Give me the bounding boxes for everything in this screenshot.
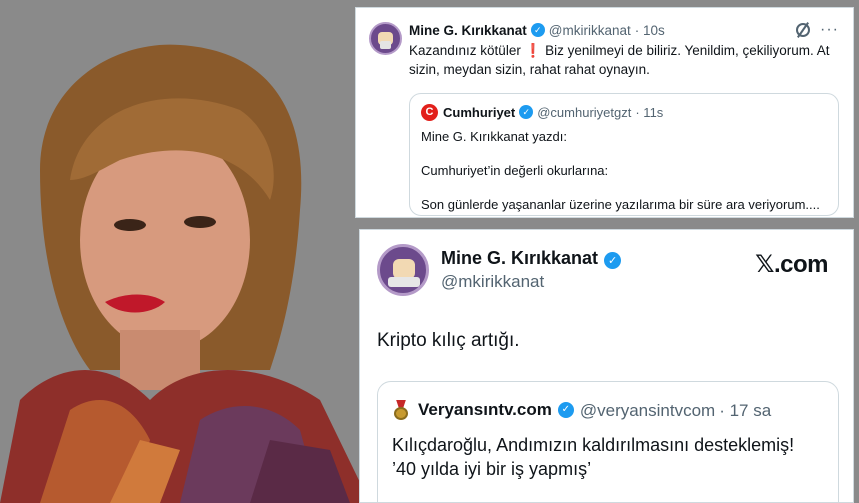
tweet-text: Kripto kılıç artığı. bbox=[377, 330, 520, 351]
quoted-tweet-text: Mine G. Kırıkkanat yazdı: Cumhuriyet’in … bbox=[421, 129, 820, 212]
more-options-icon[interactable]: ··· bbox=[820, 21, 839, 39]
tweet-text: Kazandınız kötüler ❗ Biz yenilmeyi de bi… bbox=[409, 43, 830, 77]
grok-icon[interactable] bbox=[796, 23, 811, 37]
quoted-tweet[interactable]: C Cumhuriyet ✓ @cumhuriyetgzt · 11s Mine… bbox=[409, 93, 839, 216]
avatar[interactable] bbox=[369, 22, 402, 55]
quoted-tweet-time: · 11s bbox=[635, 104, 664, 120]
verified-badge-icon: ✓ bbox=[604, 252, 622, 269]
author-name[interactable]: Mine G. Kırıkkanat bbox=[441, 248, 598, 268]
verified-badge-icon: ✓ bbox=[519, 105, 534, 119]
quoted-tweet-text: Kılıçdaroğlu, Andımızın kaldırılmasını d… bbox=[392, 435, 795, 479]
tweet-card-2[interactable]: Mine G. Kırıkkanat ✓ @mkirikkanat 𝕏.com K… bbox=[359, 229, 854, 503]
verified-badge-icon: ✓ bbox=[557, 401, 574, 418]
cumhuriyet-logo-icon: C bbox=[421, 103, 438, 121]
verified-badge-icon: ✓ bbox=[530, 23, 545, 37]
portrait-photo bbox=[0, 40, 370, 503]
avatar[interactable] bbox=[377, 244, 429, 296]
quoted-tweet[interactable]: Veryansıntv.com ✓ @veryansintvcom · 17 s… bbox=[377, 381, 839, 502]
tweet-header: Mine G. Kırıkkanat ✓ @mkirikkanat bbox=[441, 248, 625, 292]
exclamation-icon: ❗ bbox=[524, 43, 542, 58]
quoted-author-name: Cumhuriyet bbox=[443, 104, 516, 120]
quoted-author-handle: @cumhuriyetgzt bbox=[537, 104, 632, 120]
x-logo-icon: 𝕏.com bbox=[755, 251, 828, 278]
author-name[interactable]: Mine G. Kırıkkanat bbox=[409, 23, 527, 38]
tweet-time[interactable]: · 10s bbox=[635, 23, 665, 38]
author-handle[interactable]: @mkirikkanat bbox=[549, 23, 631, 38]
medal-logo-icon bbox=[392, 399, 410, 420]
tweet-header: Mine G. Kırıkkanat ✓ @mkirikkanat · 10s … bbox=[409, 21, 839, 39]
author-handle[interactable]: @mkirikkanat bbox=[441, 272, 625, 292]
quoted-author-name: Veryansıntv.com bbox=[418, 399, 552, 419]
quoted-author-handle: @veryansintvcom bbox=[579, 401, 716, 420]
tweet-card-1[interactable]: Mine G. Kırıkkanat ✓ @mkirikkanat · 10s … bbox=[355, 7, 854, 218]
quoted-tweet-time: · 17 sa bbox=[719, 401, 772, 420]
